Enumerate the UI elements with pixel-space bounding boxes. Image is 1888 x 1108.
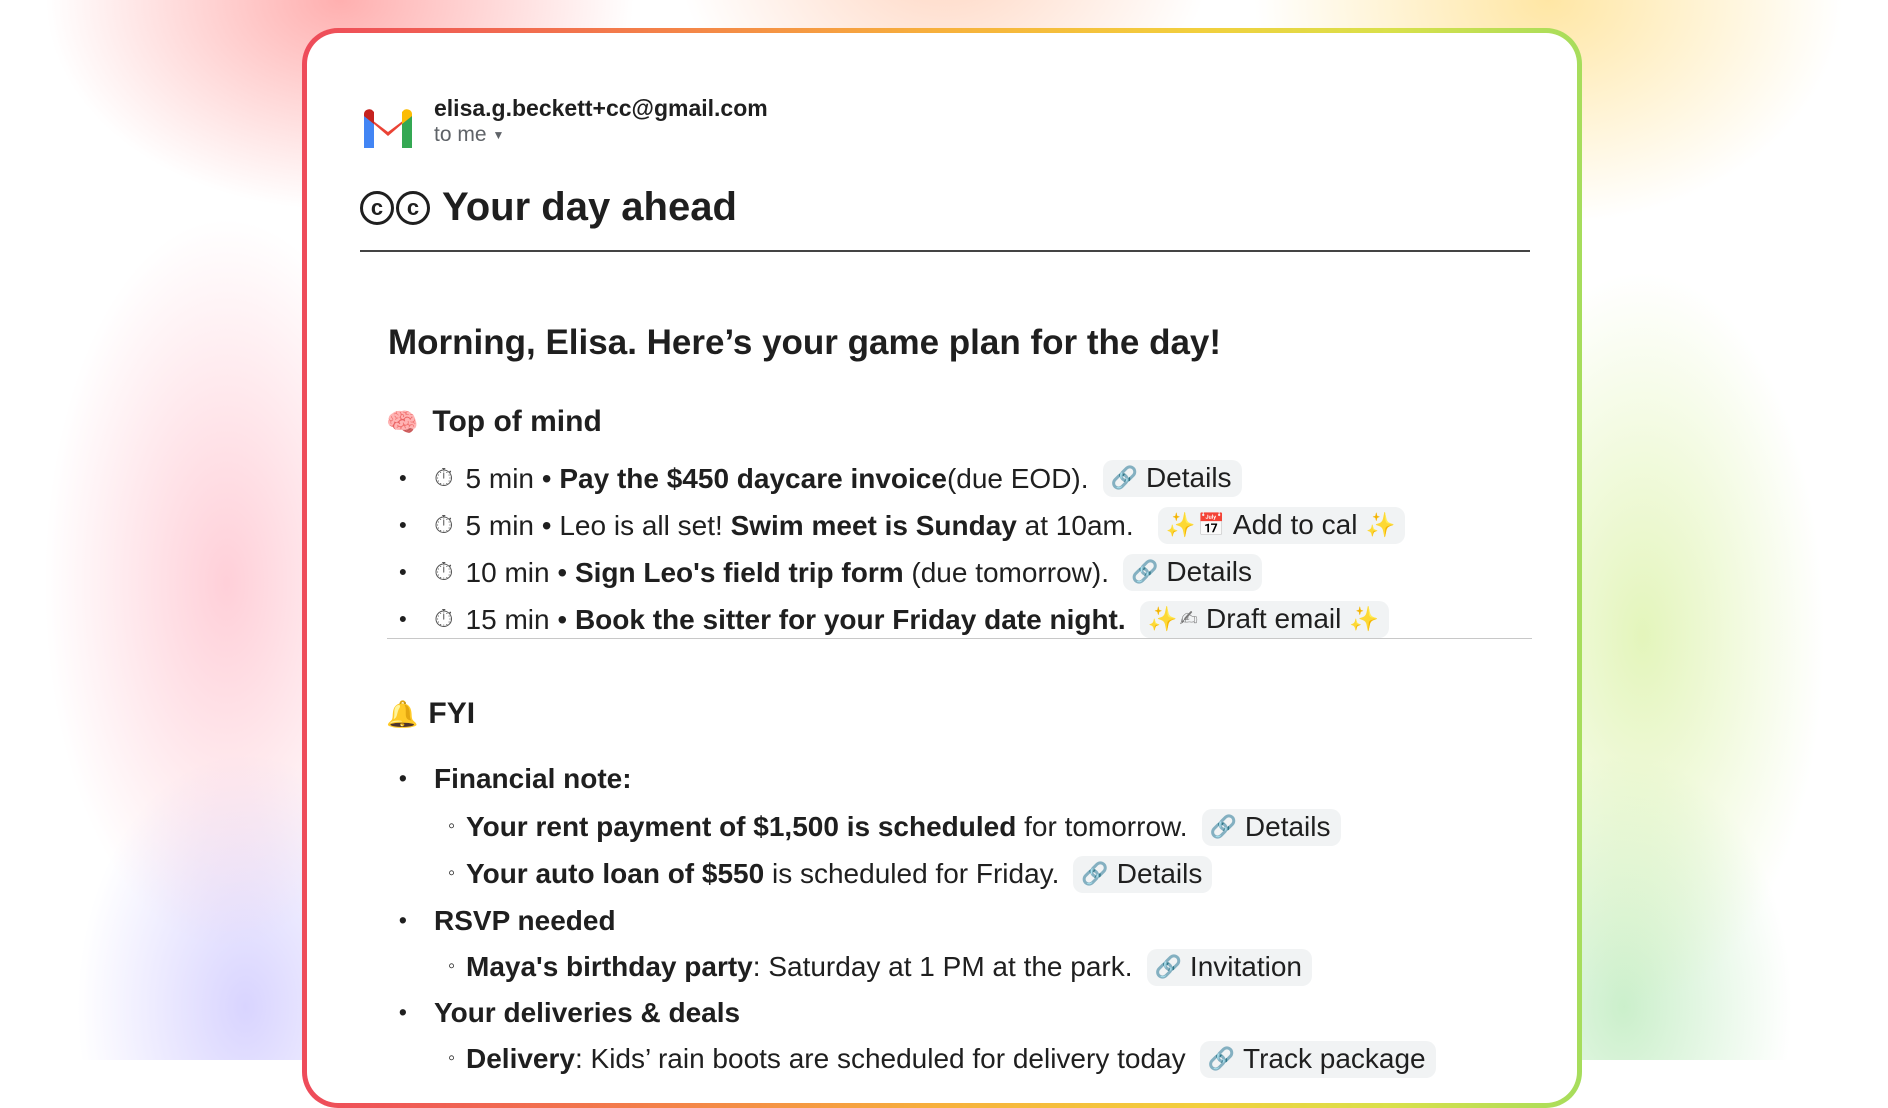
details-button[interactable]: 🔗 Details bbox=[1102, 460, 1242, 497]
list-item: Your rent payment of $1,500 is scheduled… bbox=[399, 803, 1436, 851]
list-item: ⏱ 5 min • Pay the $450 daycare invoice (… bbox=[399, 455, 1405, 502]
fyi-group-label: Your deliveries & deals bbox=[399, 989, 1436, 1037]
gmail-logo-icon bbox=[364, 109, 412, 148]
fyi-label: FYI bbox=[428, 697, 476, 730]
item-note: : Kids’ rain boots are scheduled for del… bbox=[574, 1043, 1186, 1074]
item-title: Your rent payment of $1,500 is scheduled bbox=[466, 811, 1017, 842]
link-icon: 🔗 bbox=[1154, 953, 1182, 979]
task-title: Pay the $450 daycare invoice bbox=[559, 462, 947, 494]
top-of-mind-list: ⏱ 5 min • Pay the $450 daycare invoice (… bbox=[399, 455, 1406, 643]
item-note: is scheduled for Friday. bbox=[764, 858, 1060, 889]
details-label: Details bbox=[1244, 810, 1331, 842]
add-to-cal-button[interactable]: ✨ 📅 Add to cal ✨ bbox=[1157, 507, 1406, 544]
fyi-list: Financial note: Your rent payment of $1,… bbox=[399, 755, 1436, 1081]
link-icon: 🔗 bbox=[1131, 559, 1159, 584]
task-time: 5 min bbox=[465, 509, 534, 541]
link-icon: 🔗 bbox=[1209, 813, 1237, 839]
item-title: Your auto loan of $550 bbox=[466, 858, 765, 889]
sparkle-icon: ✨ bbox=[1147, 605, 1178, 633]
details-label: Details bbox=[1116, 857, 1203, 889]
brain-icon: 🧠 bbox=[386, 406, 419, 437]
sparkle-icon: ✨ bbox=[1365, 511, 1396, 539]
top-of-mind-heading: 🧠 Top of mind bbox=[386, 405, 602, 439]
add-to-cal-label: Add to cal bbox=[1232, 509, 1358, 540]
title-divider bbox=[360, 250, 1530, 252]
task-title: Sign Leo's field trip form bbox=[574, 556, 904, 588]
email-card-frame: elisa.g.beckett+cc@gmail.com to me ▼ cc … bbox=[302, 28, 1582, 1108]
task-time: 5 min bbox=[465, 462, 534, 494]
invitation-label: Invitation bbox=[1189, 950, 1302, 982]
invitation-button[interactable]: 🔗 Invitation bbox=[1146, 948, 1312, 986]
details-button[interactable]: 🔗 Details bbox=[1073, 855, 1213, 893]
task-note: (due EOD). bbox=[946, 462, 1089, 494]
item-title: Delivery bbox=[466, 1043, 575, 1074]
details-label: Details bbox=[1145, 462, 1232, 493]
fyi-heading: 🔔 FYI bbox=[386, 697, 475, 731]
track-package-button[interactable]: 🔗 Track package bbox=[1199, 1040, 1436, 1078]
list-item: ⏱ 15 min • Book the sitter for your Frid… bbox=[399, 596, 1405, 643]
cc-logo-icon: cc bbox=[360, 190, 432, 225]
stopwatch-icon: ⏱ bbox=[434, 558, 454, 586]
list-item: Maya's birthday party : Saturday at 1 PM… bbox=[399, 945, 1436, 989]
task-time: 10 min bbox=[465, 556, 550, 588]
list-item: ⏱ 10 min • Sign Leo's field trip form (d… bbox=[399, 549, 1405, 596]
details-button[interactable]: 🔗 Details bbox=[1201, 808, 1341, 846]
item-title: Maya's birthday party bbox=[466, 951, 753, 982]
writing-hand-icon: ✍ bbox=[1179, 606, 1198, 631]
task-title: Book the sitter for your Friday date nig… bbox=[574, 603, 1126, 635]
greeting: Morning, Elisa. Here’s your game plan fo… bbox=[388, 323, 1222, 362]
task-title: Swim meet is Sunday bbox=[730, 509, 1017, 541]
stopwatch-icon: ⏱ bbox=[434, 605, 454, 633]
chevron-down-icon[interactable]: ▼ bbox=[493, 123, 505, 147]
stopwatch-icon: ⏱ bbox=[434, 511, 454, 539]
link-icon: 🔗 bbox=[1207, 1045, 1236, 1071]
page-title: Your day ahead bbox=[442, 185, 737, 229]
sparkle-icon: ✨ bbox=[1165, 511, 1196, 539]
recipient-line[interactable]: to me ▼ bbox=[434, 123, 768, 147]
draft-email-label: Draft email bbox=[1205, 603, 1342, 634]
stopwatch-icon: ⏱ bbox=[434, 464, 454, 492]
sparkle-icon: ✨ bbox=[1349, 605, 1380, 633]
sender-header: elisa.g.beckett+cc@gmail.com to me ▼ bbox=[360, 93, 768, 148]
item-note: : Saturday at 1 PM at the park. bbox=[752, 951, 1133, 982]
fyi-group-label: RSVP needed bbox=[399, 897, 1436, 945]
task-note: at 10am. bbox=[1016, 509, 1134, 541]
sender-info: elisa.g.beckett+cc@gmail.com to me ▼ bbox=[434, 93, 768, 147]
draft-email-button[interactable]: ✨ ✍ Draft email ✨ bbox=[1139, 601, 1390, 638]
list-item: Your auto loan of $550 is scheduled for … bbox=[399, 851, 1436, 897]
item-note: for tomorrow. bbox=[1016, 811, 1188, 842]
details-button[interactable]: 🔗 Details bbox=[1123, 554, 1263, 591]
calendar-icon: 📅 bbox=[1197, 512, 1225, 537]
track-package-label: Track package bbox=[1243, 1042, 1426, 1074]
details-label: Details bbox=[1166, 556, 1253, 587]
title-row: cc Your day ahead bbox=[360, 185, 737, 230]
section-divider bbox=[387, 638, 1532, 639]
task-time: 15 min bbox=[465, 603, 550, 635]
link-icon: 🔗 bbox=[1081, 860, 1109, 886]
recipient-label: to me bbox=[434, 123, 487, 146]
email-card: elisa.g.beckett+cc@gmail.com to me ▼ cc … bbox=[307, 33, 1577, 1103]
sender-email[interactable]: elisa.g.beckett+cc@gmail.com bbox=[434, 93, 768, 123]
bell-icon: 🔔 bbox=[386, 698, 419, 729]
list-item: ⏱ 5 min • Leo is all set! Swim meet is S… bbox=[399, 502, 1406, 549]
fyi-group-label: Financial note: bbox=[399, 755, 1436, 803]
top-of-mind-label: Top of mind bbox=[432, 405, 602, 438]
task-pre: Leo is all set! bbox=[559, 509, 731, 541]
task-note: (due tomorrow). bbox=[903, 556, 1110, 588]
link-icon: 🔗 bbox=[1110, 465, 1138, 490]
list-item: Delivery : Kids’ rain boots are schedule… bbox=[399, 1037, 1436, 1081]
